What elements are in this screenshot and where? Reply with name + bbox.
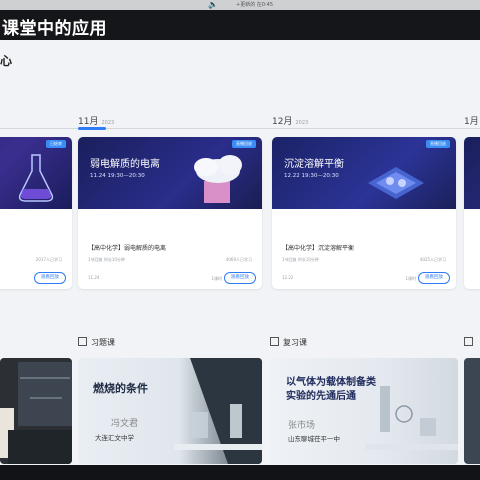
category-next[interactable]	[464, 337, 477, 347]
course-time: 11.24 19:30—20:30	[90, 173, 145, 179]
course-card[interactable]: 已结束 2017人已学习 观看回放	[0, 137, 72, 289]
course-title: 弱电解质的电离	[90, 159, 160, 170]
category-label: 习题课	[91, 338, 115, 347]
replay-button[interactable]: 观看回放	[34, 272, 66, 284]
category-label: 复习课	[283, 338, 307, 347]
status-badge: 直播回放	[232, 140, 256, 148]
lesson-count: 1课时	[405, 276, 416, 281]
video-title: 以气体为载体制备类 实验的先通后通	[286, 376, 376, 404]
teacher-name: 冯文君	[111, 419, 139, 429]
teacher-name: 张市场	[288, 421, 316, 431]
month-year: 2023	[295, 120, 309, 126]
course-date: 11.24	[88, 275, 100, 280]
replay-button[interactable]: 观看回放	[224, 272, 256, 284]
month-tab-nov[interactable]: 11月 2023	[78, 114, 114, 127]
course-label: 【高中化学】沉淀溶解平衡	[282, 245, 355, 252]
course-label: 【高中化学】弱电解质的电离	[88, 245, 167, 252]
video-title-line: 实验的先通后通	[286, 391, 356, 402]
course-card[interactable]	[464, 137, 480, 289]
month-label: 11月	[78, 117, 99, 127]
course-time: 12.22 19:30—20:30	[284, 173, 339, 179]
lab-photo	[0, 362, 72, 464]
page-header: 心	[0, 54, 13, 68]
category-exercise[interactable]: 习题课	[78, 337, 115, 348]
window-title: 课堂中的应用	[2, 19, 107, 39]
replay-button[interactable]: 观看回放	[418, 272, 450, 284]
book-icon	[78, 337, 87, 346]
category-review[interactable]: 复习课	[270, 337, 307, 348]
month-label: 1月	[464, 117, 479, 127]
course-date: 12.22	[282, 275, 294, 280]
course-card[interactable]: 沉淀溶解平衡 12.22 19:30—20:30 直播回放 【高中化学】沉淀溶解…	[272, 137, 456, 289]
video-card[interactable]: 燃烧的条件 冯文君 大连汇文中学	[78, 358, 262, 464]
title-banner: 课堂中的应用	[0, 10, 480, 40]
month-tab-jan[interactable]: 1月	[464, 114, 479, 127]
month-label: 12月	[272, 117, 293, 127]
timeline-active-indicator	[78, 127, 106, 130]
book-icon	[464, 337, 473, 346]
status-badge: 直播回放	[426, 140, 450, 148]
system-status-bar: 🔈 +更新的 在0:45	[0, 0, 480, 10]
month-tab-dec[interactable]: 12月 2023	[272, 114, 308, 127]
video-card[interactable]	[0, 358, 72, 464]
teacher-school: 山东聊城茌平一中	[288, 435, 340, 443]
projected-screen: 心 11月2023 12月2023 1月 已结束 2017人已学习 观看回放	[0, 40, 480, 465]
learner-count: 4025人已学习	[419, 257, 446, 262]
course-meta: 1节回放 时长10分钟	[282, 257, 319, 262]
learner-count: 2017人已学习	[35, 257, 62, 262]
status-info: +更新的 在0:45	[236, 2, 274, 8]
apparatus-illustration	[366, 386, 458, 450]
video-card[interactable]	[464, 358, 480, 464]
speaker-icon[interactable]: 🔈	[208, 0, 218, 10]
bottom-bezel	[0, 465, 480, 480]
status-badge: 已结束	[46, 140, 66, 148]
course-card[interactable]: 弱电解质的电离 11.24 19:30—20:30 直播回放 【高中化学】弱电解…	[78, 137, 262, 289]
learner-count: 4069人已学习	[225, 257, 252, 262]
book-icon	[270, 337, 279, 346]
video-card[interactable]: 以气体为载体制备类 实验的先通后通 张市场 山东聊城茌平一中	[270, 358, 458, 464]
timeline-track	[0, 128, 480, 129]
video-title-line: 以气体为载体制备类	[286, 377, 376, 388]
course-thumbnail	[464, 137, 480, 209]
video-title: 燃烧的条件	[93, 382, 148, 395]
lesson-count: 1课时	[211, 276, 222, 281]
lab-bottles-illustration	[174, 358, 262, 464]
month-year: 2023	[101, 120, 115, 126]
course-title: 沉淀溶解平衡	[284, 159, 344, 170]
teacher-school: 大连汇文中学	[95, 434, 134, 442]
course-meta: 1节回放 时长10分钟	[88, 257, 125, 262]
